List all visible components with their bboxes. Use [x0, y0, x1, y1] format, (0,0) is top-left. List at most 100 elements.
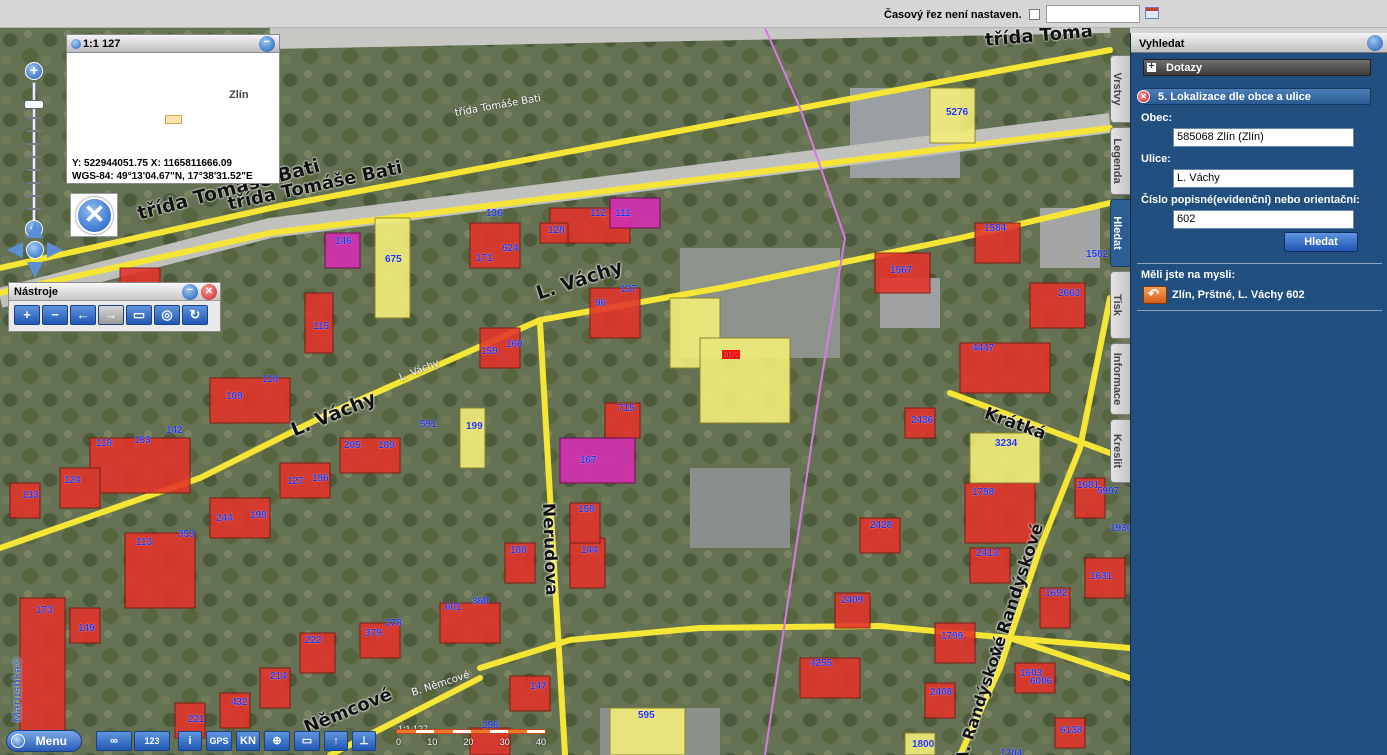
building-number[interactable]: 5276	[946, 107, 968, 118]
locate-button[interactable]: ⊕	[264, 731, 290, 751]
building-number[interactable]: 1582	[1086, 249, 1108, 260]
building-number[interactable]: 127	[287, 476, 304, 487]
upload-button[interactable]: ↑	[324, 731, 348, 751]
building-number[interactable]: 171	[476, 253, 493, 264]
building-number[interactable]: 136	[486, 208, 503, 219]
building-number[interactable]: 110	[262, 374, 278, 385]
building-number[interactable]: 128	[548, 225, 565, 236]
building-number[interactable]: 1800	[912, 739, 934, 750]
minimize-icon[interactable]: −	[259, 36, 275, 52]
pan-down-icon[interactable]	[27, 262, 43, 278]
building-number[interactable]: 6138	[1060, 725, 1082, 736]
building-number[interactable]: 146	[335, 236, 352, 247]
overview-extent-rect[interactable]	[165, 115, 182, 124]
minimize-icon[interactable]: −	[182, 284, 198, 300]
obec-input[interactable]: 585068 Zlín (Zlín)	[1173, 128, 1354, 147]
building-number[interactable]: 160	[506, 339, 523, 350]
refresh-tool-button[interactable]: ↻	[182, 305, 208, 325]
zoom-in-tool-button[interactable]: +	[14, 305, 40, 325]
menu-button[interactable]: Menu	[6, 730, 82, 752]
building-number[interactable]: 159	[481, 346, 498, 357]
pan-up-icon[interactable]	[27, 222, 43, 238]
select-box-button[interactable]: ▭	[294, 731, 320, 751]
close-overview-button[interactable]: ✕	[70, 193, 118, 237]
building-number[interactable]: 2428	[870, 520, 892, 531]
building-number[interactable]: 222	[305, 635, 322, 646]
building-number[interactable]: 378	[385, 618, 402, 629]
building-number[interactable]: 109	[226, 391, 243, 402]
building-number[interactable]: 4447	[972, 343, 994, 354]
building-number[interactable]: 198	[250, 510, 267, 521]
building-number[interactable]: 1704	[1000, 748, 1022, 755]
building-number[interactable]: 111	[615, 208, 631, 219]
building-number[interactable]: 1692	[1045, 588, 1067, 599]
building-number[interactable]: 4255	[810, 658, 832, 669]
building-number[interactable]: 244	[216, 513, 233, 524]
building-number[interactable]: 173	[36, 605, 53, 616]
building-number[interactable]: 142	[166, 425, 183, 436]
building-number[interactable]: 353	[178, 529, 195, 540]
building-number[interactable]: 2408	[930, 687, 952, 698]
building-number[interactable]: 221	[188, 714, 205, 725]
building-number[interactable]: 147	[530, 681, 547, 692]
zoom-box-tool-button[interactable]: ▭	[126, 305, 152, 325]
building-number[interactable]: 115	[313, 321, 329, 332]
building-number[interactable]: 96	[595, 298, 606, 309]
building-number[interactable]: 137	[620, 284, 637, 295]
building-number[interactable]: 2409	[841, 595, 863, 606]
export-button[interactable]: ⊥	[352, 731, 376, 751]
building-number[interactable]: 1798	[972, 487, 994, 498]
locate-result-icon[interactable]	[1143, 286, 1167, 304]
building-number[interactable]: 675	[385, 254, 402, 265]
numbering-button[interactable]: 123	[134, 731, 170, 751]
building-number[interactable]: 149	[78, 623, 95, 634]
building-number[interactable]: 601	[445, 602, 462, 613]
building-number[interactable]: 602	[722, 350, 739, 361]
building-number[interactable]: 624	[502, 243, 519, 254]
building-number[interactable]: 167	[580, 455, 597, 466]
building-number[interactable]: 163	[134, 435, 151, 446]
building-number[interactable]: 595	[638, 710, 655, 721]
building-number[interactable]: 1631	[1090, 571, 1112, 582]
info-button[interactable]: i	[178, 731, 202, 751]
search-button[interactable]: Hledat	[1284, 232, 1358, 252]
building-number[interactable]: 189	[378, 440, 395, 451]
map-canvas[interactable]: třída Tomáše Bati třída Tomáše Bati tříd…	[0, 28, 1130, 755]
calendar-icon[interactable]	[1145, 7, 1159, 19]
building-number[interactable]: 1567	[890, 265, 912, 276]
section-dotazy[interactable]: + Dotazy	[1143, 59, 1371, 76]
building-number[interactable]: 144	[581, 545, 598, 556]
building-number[interactable]: 180	[510, 545, 527, 556]
time-slice-checkbox[interactable]	[1029, 9, 1040, 20]
building-number[interactable]: 124	[64, 475, 81, 486]
building-number[interactable]: 158	[578, 504, 595, 515]
building-number[interactable]: 715	[618, 403, 635, 414]
pin-icon[interactable]	[1367, 35, 1383, 51]
close-icon[interactable]: ✕	[201, 284, 217, 300]
building-number[interactable]: 432	[231, 697, 248, 708]
kn-button[interactable]: KN	[236, 731, 260, 751]
building-number[interactable]: 368	[472, 596, 489, 607]
building-number[interactable]: 6006	[1030, 676, 1052, 687]
building-number[interactable]: 2413	[976, 548, 998, 559]
building-number[interactable]: 379	[365, 628, 382, 639]
building-number[interactable]: 1584	[984, 223, 1006, 234]
gps-button[interactable]: GPS	[206, 731, 232, 751]
zoom-slider[interactable]: + −	[24, 62, 44, 238]
pan-center-icon[interactable]	[26, 241, 44, 259]
building-number[interactable]: 5997	[1097, 486, 1119, 497]
building-number[interactable]: 1930	[1110, 523, 1130, 534]
building-number[interactable]: 113	[136, 537, 152, 548]
section-lokalizace[interactable]: ✕ 5. Lokalizace dle obce a ulice	[1137, 88, 1371, 105]
pan-right-icon[interactable]	[47, 242, 63, 258]
overview-map[interactable]: 1:1 127 − Zlín Y: 522944051.75 X: 116581…	[66, 34, 280, 184]
building-number[interactable]: 133	[22, 490, 39, 501]
building-number[interactable]: 591	[420, 419, 437, 430]
suggestion-text[interactable]: Zlín, Prštné, L. Váchy 602	[1172, 289, 1305, 301]
building-number[interactable]: 2436	[911, 415, 933, 426]
pan-control[interactable]	[7, 222, 63, 278]
cislo-input[interactable]: 602	[1173, 210, 1354, 229]
building-number[interactable]: 199	[466, 421, 483, 432]
pan-left-icon[interactable]	[7, 242, 23, 258]
building-number[interactable]: 1681	[1077, 480, 1099, 491]
